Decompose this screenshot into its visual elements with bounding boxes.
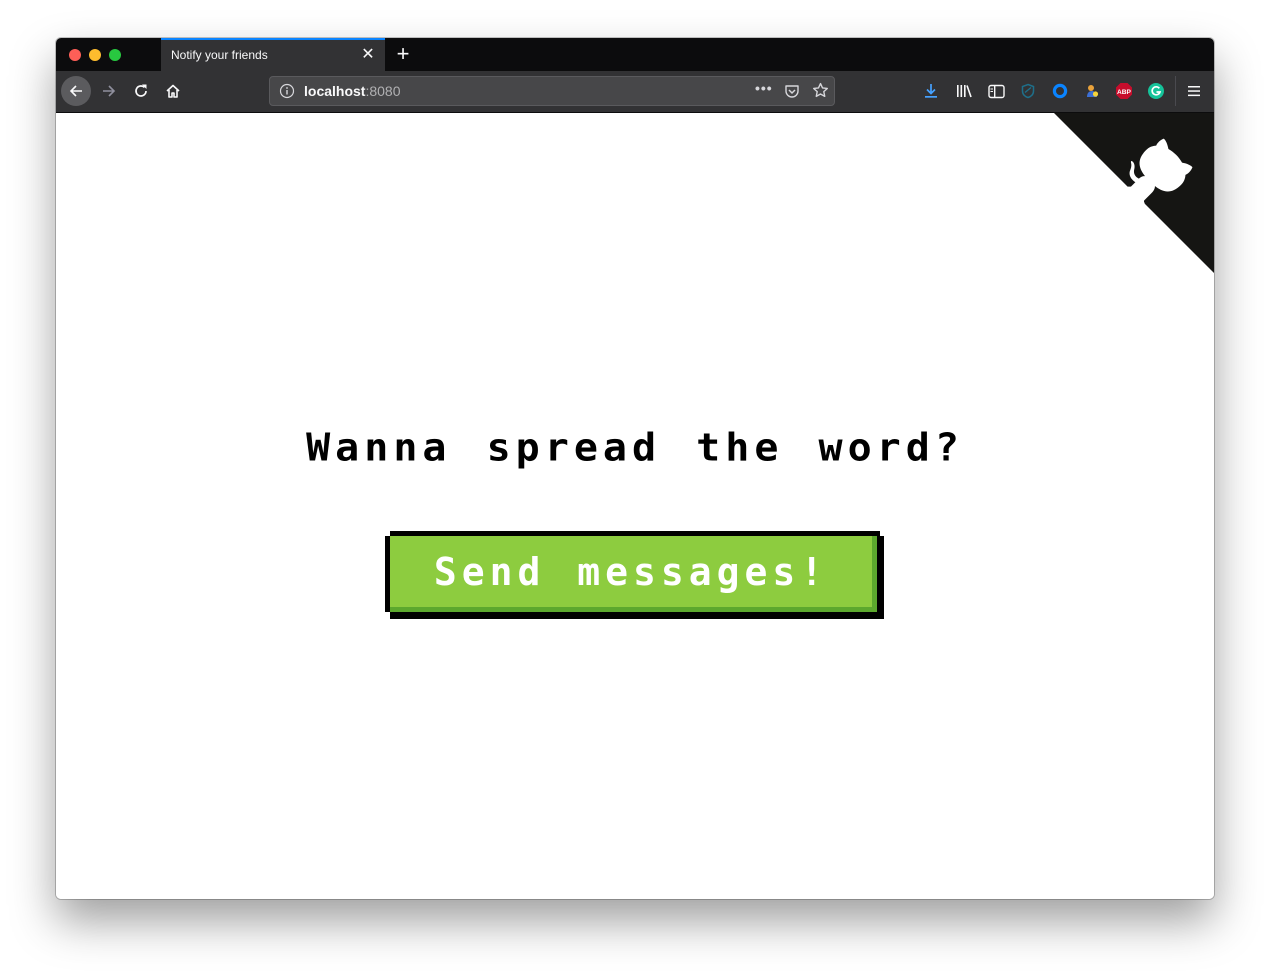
zoom-window-button[interactable]: [109, 49, 121, 61]
close-icon[interactable]: ✕: [359, 45, 377, 65]
sticker-icon[interactable]: [1081, 80, 1103, 102]
close-window-button[interactable]: [69, 49, 81, 61]
url-bar[interactable]: localhost:8080 •••: [269, 76, 835, 106]
navigation-toolbar: localhost:8080 ••• ABP: [56, 71, 1214, 113]
reload-button[interactable]: [126, 76, 156, 106]
circle-icon[interactable]: [1049, 80, 1071, 102]
minimize-window-button[interactable]: [89, 49, 101, 61]
svg-text:ABP: ABP: [1117, 89, 1132, 96]
send-messages-label: Send messages!: [433, 549, 829, 594]
home-icon: [166, 84, 180, 98]
github-corner-link[interactable]: [1054, 113, 1214, 278]
back-button[interactable]: [61, 76, 91, 106]
star-icon[interactable]: [812, 82, 829, 104]
sidebar-icon[interactable]: [985, 80, 1007, 102]
library-icon[interactable]: [953, 80, 975, 102]
arrow-right-icon: [103, 85, 116, 97]
page-headline: Wanna spread the word?: [306, 426, 964, 470]
info-icon[interactable]: [279, 83, 295, 99]
send-messages-button[interactable]: Send messages!: [385, 531, 884, 619]
url-port: :8080: [365, 83, 401, 99]
button-border-bottom: [390, 612, 884, 619]
pocket-icon[interactable]: [784, 83, 800, 104]
hamburger-menu-icon[interactable]: [1183, 80, 1205, 102]
url-host: localhost: [304, 83, 366, 99]
toolbar-separator: [1175, 76, 1176, 106]
home-button[interactable]: [158, 76, 188, 106]
download-icon[interactable]: [920, 80, 942, 102]
tab-strip: Notify your friends ✕ +: [56, 38, 1214, 71]
browser-window: Notify your friends ✕ + localhost:8080 •…: [56, 38, 1214, 899]
grammarly-icon[interactable]: [1145, 80, 1167, 102]
more-icon[interactable]: •••: [755, 80, 773, 96]
tab-notify-your-friends[interactable]: Notify your friends ✕: [161, 38, 385, 71]
octocat-icon: [1054, 113, 1214, 273]
tab-title: Notify your friends: [171, 48, 268, 62]
forward-button[interactable]: [94, 76, 124, 106]
page-content: Wanna spread the word? Send messages!: [56, 113, 1214, 899]
shield-icon[interactable]: [1017, 80, 1039, 102]
arrow-left-icon: [69, 85, 82, 97]
url-text[interactable]: localhost:8080: [304, 83, 401, 99]
reload-icon: [135, 84, 147, 97]
button-border-right: [877, 536, 884, 616]
plus-icon[interactable]: +: [392, 41, 414, 67]
abp-icon[interactable]: ABP: [1113, 80, 1135, 102]
